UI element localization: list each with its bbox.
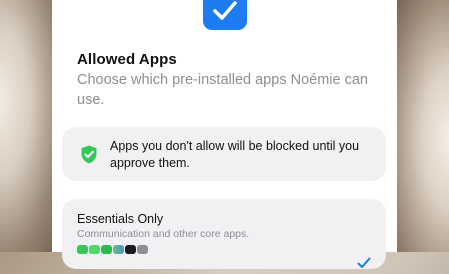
blocked-apps-notice: Apps you don't allow will be blocked unt… (62, 127, 386, 181)
notice-text: Apps you don't allow will be blocked unt… (110, 139, 360, 170)
settings-app-icon (137, 245, 148, 254)
screen-time-checkmark-icon (203, 0, 247, 30)
option-app-icons (77, 245, 148, 254)
option-subtitle: Communication and other core apps. (77, 228, 250, 240)
clock-app-icon (125, 245, 136, 254)
messages-app-icon (89, 245, 100, 254)
facetime-app-icon (101, 245, 112, 254)
selected-checkmark-icon (357, 256, 371, 268)
essentials-only-option[interactable]: Essentials Only Communication and other … (62, 199, 386, 269)
maps-app-icon (113, 245, 124, 254)
option-title: Essentials Only (77, 212, 164, 226)
wallpaper-left (0, 0, 60, 252)
page-title: Allowed Apps (77, 51, 177, 68)
phone-app-icon (77, 245, 88, 254)
page-subtitle: Choose which pre-installed apps Noémie c… (77, 72, 368, 108)
wallpaper-right (393, 0, 449, 252)
allowed-apps-sheet: Allowed Apps Choose which pre-installed … (52, 0, 397, 269)
shield-check-icon (80, 145, 98, 164)
